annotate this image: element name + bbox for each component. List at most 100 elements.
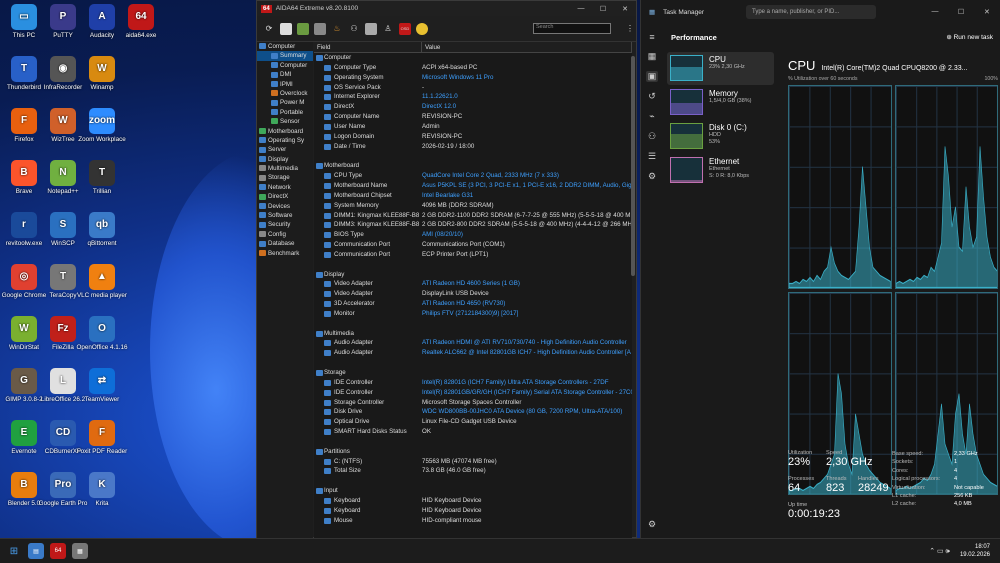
resource-item[interactable]: Disk 0 (C:) HDD 53% — [667, 120, 774, 153]
maximize-button[interactable]: ☐ — [592, 5, 614, 13]
gauge-icon[interactable] — [416, 22, 428, 35]
table-row[interactable] — [314, 476, 632, 486]
table-row[interactable]: 3D Accelerator ATI Radeon HD 4650 (RV730) — [314, 299, 632, 309]
resource-item[interactable]: Memory 1,5/4,0 GB (38%) — [667, 86, 774, 119]
table-row[interactable]: IDE Controller Intel(R) 82801GB/GR/GH (IC… — [314, 388, 632, 398]
section-header-row[interactable]: Storage — [314, 368, 632, 378]
table-row[interactable]: DIMM3: Kingmax KLEE88F-B8 2 GB DDR2-800 D… — [314, 220, 632, 230]
value-cell[interactable]: Asus P5KPL SE (3 PCI, 3 PCI-E x1, 1 PCI-… — [422, 181, 632, 191]
explorer-taskbar-icon[interactable]: ▤ — [28, 543, 44, 559]
refresh-icon[interactable]: ⟳ — [263, 23, 275, 35]
value-cell[interactable]: ATI Radeon HDMI @ ATI RV710/730/740 - Hi… — [422, 338, 632, 348]
desktop-icon[interactable]: T Trillian — [75, 160, 129, 196]
table-row[interactable]: Date / Time 2026-02-19 / 18:00 — [314, 142, 632, 152]
more-icon[interactable]: ⋮ — [624, 23, 636, 35]
table-row[interactable]: Total Size 73.8 GB (46.0 GB free) — [314, 466, 632, 476]
report-icon[interactable] — [280, 22, 292, 35]
tree-item[interactable]: Benchmark — [257, 249, 313, 258]
tree-item[interactable]: Server — [257, 145, 313, 154]
tree-item[interactable]: Overclock — [257, 89, 313, 98]
table-row[interactable]: Communication Port ECP Printer Port (LPT1… — [314, 250, 632, 260]
tree-item[interactable]: Software — [257, 211, 313, 220]
search-input[interactable]: Search — [533, 23, 611, 34]
table-row[interactable]: SMART Hard Disks Status OK — [314, 427, 632, 437]
value-cell[interactable]: WDC WD800BB-00JHC0 ATA Device (80 GB, 72… — [422, 407, 632, 417]
desktop-icon[interactable]: 64 aida64.exe — [114, 4, 168, 40]
tree-item[interactable]: IPMI — [257, 80, 313, 89]
table-row[interactable]: BIOS Type AMI (08/20/10) — [314, 230, 632, 240]
table-row[interactable]: Optical Drive Linux File-CD Gadget USB De… — [314, 417, 632, 427]
table-row[interactable]: Logon Domain REVISION-PC — [314, 132, 632, 142]
tray-icons[interactable]: ⌃ ▭ 🕪 — [929, 547, 950, 556]
table-row[interactable]: OS Service Pack - — [314, 83, 632, 93]
tree-item[interactable]: Storage — [257, 173, 313, 182]
table-row[interactable]: Video Adapter ATI Radeon HD 4600 Series (… — [314, 279, 632, 289]
tree-item[interactable]: DirectX — [257, 192, 313, 201]
table-row[interactable]: Storage Controller Microsoft Storage Spac… — [314, 398, 632, 408]
table-row[interactable]: Communication Port Communications Port (C… — [314, 240, 632, 250]
processes-icon[interactable]: ▦ — [648, 51, 657, 62]
table-row[interactable] — [314, 319, 632, 329]
table-row[interactable]: Motherboard Name Asus P5KPL SE (3 PCI, 3 … — [314, 181, 632, 191]
value-cell[interactable]: Philips FTV (2712184300)9) [2017] — [422, 309, 632, 319]
table-row[interactable] — [314, 437, 632, 447]
history-icon[interactable]: ↺ — [648, 91, 656, 102]
tree-item[interactable]: DMI — [257, 70, 313, 79]
value-cell[interactable]: Microsoft Windows 11 Pro — [422, 73, 632, 83]
clock[interactable]: 18:07 19.02.2026 — [960, 543, 990, 560]
run-new-task-button[interactable]: ⊕ Run new task — [946, 33, 993, 41]
tree-item[interactable]: Power M — [257, 98, 313, 107]
desktop-icon[interactable]: qb qBittorrent — [75, 212, 129, 248]
tree-item[interactable]: Computer — [257, 61, 313, 70]
section-header-row[interactable]: Computer — [314, 53, 632, 63]
table-row[interactable]: C: (NTFS) 75563 MB (47074 MB free) — [314, 457, 632, 467]
details-icon[interactable]: ☰ — [648, 151, 656, 162]
table-row[interactable]: DIMM1: Kingmax KLEE88F-B8 2 GB DDR2-1100 … — [314, 211, 632, 221]
settings-gear-icon[interactable]: ⚙ — [648, 519, 656, 530]
tree-item[interactable]: Multimedia — [257, 164, 313, 173]
tree-item[interactable]: Display — [257, 155, 313, 164]
tree-item[interactable]: Summary — [257, 51, 313, 61]
desktop-icon[interactable]: W Winamp — [75, 56, 129, 92]
table-row[interactable]: DirectX DirectX 12.0 — [314, 102, 632, 112]
table-row[interactable]: Disk Drive WDC WD800BB-00JHC0 ATA Device … — [314, 407, 632, 417]
tm-search-input[interactable]: Type a name, publisher, or PID... — [745, 5, 876, 19]
value-column-header[interactable]: Value — [422, 42, 632, 52]
value-cell[interactable]: QuadCore Intel Core 2 Quad, 2333 MHz (7 … — [422, 171, 632, 181]
value-cell[interactable]: DirectX 12.0 — [422, 102, 632, 112]
network-icon[interactable] — [314, 22, 326, 35]
tree-item[interactable]: Database — [257, 239, 313, 248]
value-cell[interactable]: Realtek ALC662 @ Intel 82801GB ICH7 - Hi… — [422, 348, 632, 358]
section-header-row[interactable]: Motherboard — [314, 161, 632, 171]
value-cell[interactable]: ATI Radeon HD 4600 Series (1 GB) — [422, 279, 632, 289]
tm-minimize-button[interactable]: — — [922, 8, 948, 16]
table-row[interactable]: Keyboard HID Keyboard Device — [314, 496, 632, 506]
table-row[interactable] — [314, 151, 632, 161]
task-manager-taskbar-icon[interactable]: ▦ — [72, 543, 88, 559]
services-icon[interactable]: ⚙ — [648, 171, 656, 182]
desktop-icon[interactable]: F Foxit PDF Reader — [75, 420, 129, 456]
performance-icon[interactable]: ▣ — [645, 71, 659, 82]
table-row[interactable]: Monitor Philips FTV (2712184300)9) [2017] — [314, 309, 632, 319]
close-button[interactable]: ✕ — [614, 5, 636, 13]
table-row[interactable]: CPU Type QuadCore Intel Core 2 Quad, 2333… — [314, 171, 632, 181]
flame-icon[interactable]: ♨ — [331, 23, 343, 35]
table-row[interactable]: User Name Admin — [314, 122, 632, 132]
value-cell[interactable]: Intel(R) 82801GB/GR/GH (ICH7 Family) Ser… — [422, 388, 632, 398]
section-header-row[interactable]: Input — [314, 486, 632, 496]
osd-icon[interactable]: OSD — [399, 22, 411, 35]
table-row[interactable] — [314, 260, 632, 270]
table-row[interactable]: Operating System Microsoft Windows 11 Pro — [314, 73, 632, 83]
section-header-row[interactable]: Display — [314, 270, 632, 280]
table-row[interactable]: Audio Adapter ATI Radeon HDMI @ ATI RV710… — [314, 338, 632, 348]
table-row[interactable]: Motherboard Chipset Intel Bearlake G31 — [314, 191, 632, 201]
people-icon[interactable]: ⚇ — [348, 23, 360, 35]
menu-icon[interactable]: ≡ — [649, 32, 654, 42]
desktop-icon[interactable]: zoom Zoom Workplace — [75, 108, 129, 144]
table-row[interactable]: Video Adapter DisplayLink USB Device — [314, 289, 632, 299]
table-row[interactable] — [314, 358, 632, 368]
section-header-row[interactable]: Multimedia — [314, 329, 632, 339]
tree-item[interactable]: Network — [257, 183, 313, 192]
table-row[interactable]: Computer Name REVISION-PC — [314, 112, 632, 122]
field-column-header[interactable]: Field — [314, 42, 422, 52]
